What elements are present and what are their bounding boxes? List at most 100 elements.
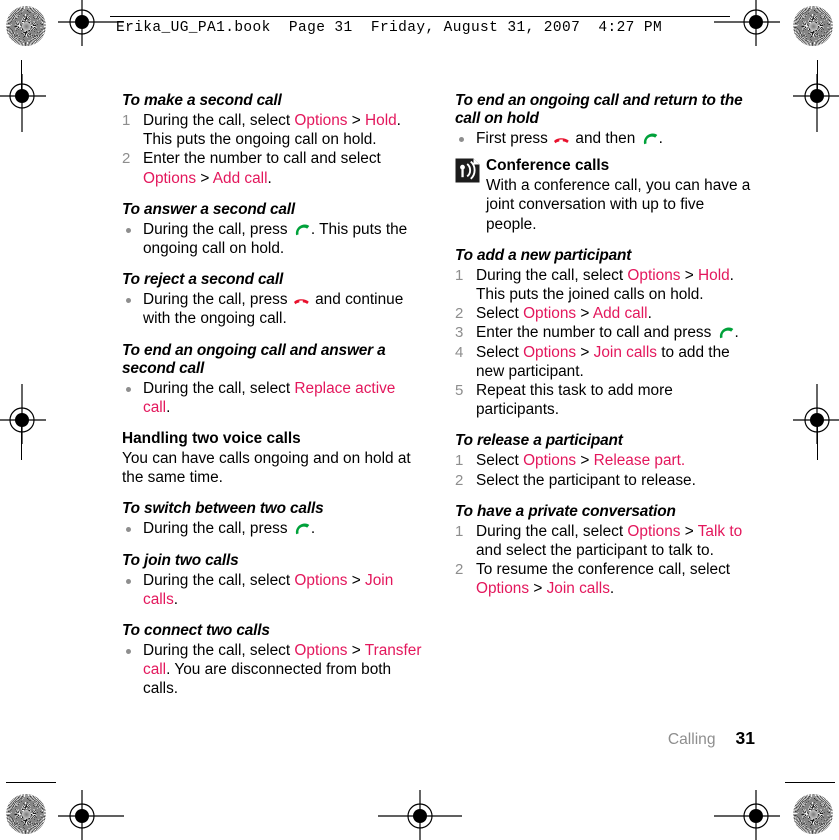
heading-reject-second-call: To reject a second call: [122, 271, 284, 289]
step-number: 2: [455, 561, 464, 579]
text-run: During the call, press: [143, 291, 292, 309]
text-run: >: [576, 343, 594, 361]
list-item: 2 Enter the number to call and select Op…: [122, 149, 422, 187]
text-run: First press: [476, 130, 553, 147]
step-number: 1: [455, 266, 464, 284]
text-run: During the call, select: [143, 642, 295, 660]
text-run: >: [576, 305, 593, 323]
step-text: Select the participant to release.: [476, 471, 696, 489]
step-text: Select Options > Add call.: [476, 305, 652, 322]
step-number: 2: [122, 150, 131, 168]
text-run: >: [347, 642, 365, 660]
step-number: 3: [455, 324, 464, 342]
list-item: During the call, press .: [122, 519, 422, 538]
text-run: During the call, select: [476, 522, 628, 540]
text-run: >: [347, 571, 366, 589]
ui-term-add-call: Add call: [592, 305, 648, 323]
end-call-key-icon: [293, 293, 310, 306]
text-run: Select: [476, 343, 524, 361]
text-run: During the call, press: [143, 520, 292, 538]
ui-term-options: Options: [294, 642, 348, 660]
ui-term-options: Options: [294, 112, 348, 129]
text-run: .: [166, 398, 171, 416]
bullets-end-and-return-to-hold: First press and then .: [455, 129, 755, 148]
text-run: >: [576, 452, 594, 470]
text-run: >: [347, 112, 366, 129]
list-item: 3 Enter the number to call and press .: [455, 323, 755, 342]
text-run: During the call, press: [143, 220, 292, 238]
page-footer: Calling 31: [455, 728, 755, 749]
end-call-key-icon: [553, 132, 570, 145]
text-run: Select: [476, 452, 524, 470]
footer-page-number: 31: [735, 728, 755, 748]
heading-end-and-return-to-hold: To end an ongoing call and return to the…: [455, 92, 743, 127]
bullets-reject-second-call: During the call, press and continue with…: [122, 290, 422, 328]
steps-add-new-participant: 1 During the call, select Options > Hold…: [455, 266, 755, 420]
answer-call-key-icon: [717, 326, 734, 339]
step-text: Enter the number to call and press .: [476, 324, 739, 341]
answer-call-key-icon: [293, 223, 310, 236]
steps-private-conversation: 1 During the call, select Options > Talk…: [455, 522, 755, 599]
text-run: >: [529, 580, 547, 598]
step-number: 4: [455, 343, 464, 361]
list-item: 2 To resume the conference call, select …: [455, 560, 755, 598]
bullet-text: First press and then .: [476, 130, 663, 147]
text-run: and then: [571, 130, 640, 147]
heading-answer-second-call: To answer a second call: [122, 200, 296, 218]
bullets-join-two-calls: During the call, select Options > Join c…: [122, 571, 422, 609]
paragraph-conference-calls: With a conference call, you can have a j…: [486, 177, 751, 233]
ui-term-options: Options: [143, 169, 197, 187]
text-run: .: [658, 130, 663, 147]
page-content: To make a second call 1 During the call,…: [0, 0, 839, 840]
heading-conference-calls: Conference calls: [486, 157, 610, 175]
text-run: .: [310, 520, 316, 538]
answer-call-key-icon: [293, 522, 310, 535]
text-run: .: [173, 590, 179, 608]
heading-make-second-call: To make a second call: [122, 92, 282, 109]
bullets-connect-two-calls: During the call, select Options > Transf…: [122, 641, 422, 699]
heading-end-and-answer: To end an ongoing call and answer a seco…: [122, 341, 386, 377]
right-column: To end an ongoing call and return to the…: [455, 92, 755, 599]
step-text: During the call, select Options > Talk t…: [476, 523, 742, 559]
ui-term-options: Options: [294, 571, 348, 589]
text-run: >: [680, 266, 699, 284]
list-item: During the call, select Replace active c…: [122, 379, 422, 417]
ui-term-hold: Hold: [698, 266, 730, 284]
text-run: .: [267, 169, 272, 187]
step-text: To resume the conference call, select Op…: [476, 561, 730, 597]
list-item: First press and then .: [455, 129, 755, 148]
step-text: Select Options > Release part.: [476, 452, 685, 469]
bullet-marker: [459, 137, 464, 142]
step-text: During the call, select Options > Hold. …: [143, 112, 401, 148]
step-number: 1: [455, 452, 464, 470]
list-item: 2 Select Options > Add call.: [455, 304, 755, 323]
list-item: During the call, press and continue with…: [122, 290, 422, 328]
text-run: >: [680, 522, 698, 540]
heading-add-new-participant: To add a new participant: [455, 246, 632, 264]
ui-term-options: Options: [523, 452, 577, 470]
text-run: and select the participant to talk to.: [476, 542, 714, 560]
list-item: 1 During the call, select Options > Talk…: [455, 522, 755, 560]
bullet-marker: [126, 298, 131, 304]
left-column: To make a second call 1 During the call,…: [122, 92, 422, 699]
list-item: During the call, select Options > Join c…: [122, 571, 422, 609]
text-run: Select: [476, 305, 524, 323]
step-text: During the call, select Options > Hold. …: [476, 267, 734, 303]
text-run: Enter the number to call and press: [476, 324, 716, 342]
bullet-marker: [126, 227, 131, 233]
text-run: Enter the number to call and select: [143, 150, 381, 168]
heading-private-conversation: To have a private conversation: [455, 502, 676, 520]
text-run: During the call, select: [143, 112, 295, 129]
ui-term-options: Options: [627, 522, 681, 540]
step-number: 2: [455, 471, 464, 489]
step-number: 1: [122, 112, 131, 129]
steps-release-participant: 1 Select Options > Release part. 2 Selec…: [455, 451, 755, 489]
